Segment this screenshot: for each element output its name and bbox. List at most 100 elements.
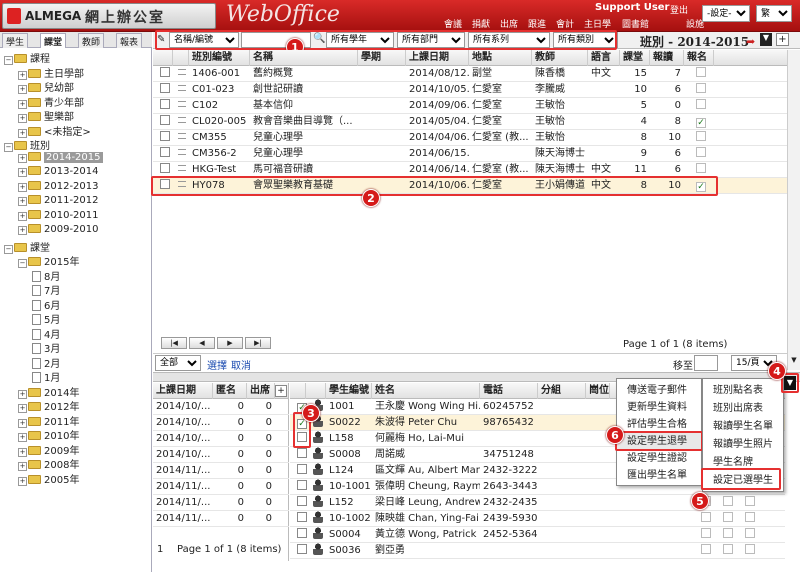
cell-registration[interactable]	[693, 114, 713, 130]
collapse-icon[interactable]: −	[4, 143, 13, 152]
student-select-cell[interactable]	[294, 527, 308, 543]
menu-export-list[interactable]: 匯出學生名單	[617, 467, 701, 484]
student-select-cell[interactable]	[294, 479, 308, 495]
tree-node[interactable]: 7月	[32, 282, 60, 297]
add-icon[interactable]: +	[776, 33, 789, 46]
cell-registration[interactable]	[693, 130, 713, 146]
select-cell[interactable]	[157, 114, 173, 130]
col-attendance[interactable]: 出席	[247, 383, 275, 399]
tab-reports[interactable]: 報表	[116, 33, 143, 48]
student-select-cell[interactable]	[294, 495, 308, 511]
student-select-cell[interactable]	[294, 543, 308, 559]
status-cell[interactable]	[698, 527, 712, 543]
status-checkbox[interactable]	[723, 496, 733, 506]
row-icon-cell[interactable]	[175, 114, 189, 130]
tree-node[interactable]: +2014-2015	[18, 151, 103, 166]
registration-checkbox[interactable]	[696, 83, 706, 93]
student-select-cell[interactable]	[294, 511, 308, 527]
tree-node[interactable]: + 兒幼部	[18, 79, 74, 94]
scroll-down-icon[interactable]: ▼	[789, 356, 799, 366]
expand-icon[interactable]: +	[18, 182, 27, 192]
tree-node[interactable]: − 班別	[4, 137, 50, 152]
tree-node[interactable]: +2013-2014	[18, 166, 99, 180]
expand-icon[interactable]: +	[18, 211, 27, 221]
table-row[interactable]: CM355 兒童心理學 2014/04/06...仁愛室 (教... 王敏怡 8 10	[153, 130, 787, 146]
menu-enrolled-photos[interactable]: 報讀學生照片	[703, 436, 783, 453]
cancel-link[interactable]: 取消	[231, 357, 251, 372]
tree-node[interactable]: +2012年	[18, 398, 79, 413]
collapse-icon[interactable]: −	[4, 56, 13, 65]
top-link-donations[interactable]: 捐獻	[472, 17, 490, 30]
tree-node[interactable]: 1月	[32, 369, 60, 384]
tree-node[interactable]: 3月	[32, 340, 60, 355]
select-cell[interactable]	[157, 66, 173, 82]
tree-node[interactable]: + 青少年部	[18, 94, 84, 109]
col-lesson-date[interactable]: 上課日期	[153, 383, 213, 399]
tree-node[interactable]: +2009年	[18, 442, 79, 457]
col-place[interactable]: 地點	[469, 50, 532, 66]
tree-node[interactable]: − 課堂	[4, 239, 50, 254]
tree-node[interactable]: +2012-2013	[18, 180, 99, 195]
row-icon-cell[interactable]	[175, 66, 189, 82]
select-cell[interactable]	[157, 82, 173, 98]
tree-node[interactable]: − 2015年	[18, 253, 79, 268]
tree-node[interactable]: +2010-2011	[18, 209, 99, 224]
registration-checkbox[interactable]	[696, 67, 706, 77]
row-menu-icon[interactable]	[178, 165, 186, 171]
student-row[interactable]: S0004 黃立德 Wong, Patrick ... 2452-5364	[290, 527, 610, 543]
col-enrolled[interactable]: 報讀	[650, 50, 684, 66]
col-teacher[interactable]: 教師	[532, 50, 588, 66]
student-select-cell[interactable]	[294, 463, 308, 479]
expand-icon[interactable]: +	[18, 476, 27, 486]
status-cell[interactable]	[720, 495, 734, 511]
row-menu-icon[interactable]	[178, 149, 186, 155]
tree-node[interactable]: +2011-2012	[18, 195, 99, 209]
row-menu-icon[interactable]	[178, 69, 186, 75]
tree-node[interactable]: 6月	[32, 297, 60, 312]
student-checkbox[interactable]	[297, 480, 307, 490]
expand-icon[interactable]: +	[18, 197, 27, 206]
lesson-row[interactable]: 2014/11/... 0 0	[153, 495, 289, 511]
settings-select[interactable]: -設定-	[702, 5, 750, 22]
status-checkbox[interactable]	[745, 512, 755, 522]
last-page-button[interactable]: ▶|	[245, 337, 271, 349]
menu-roll-call[interactable]: 班別點名表	[703, 382, 783, 399]
col-language[interactable]: 語言	[588, 50, 620, 66]
col-anonymous[interactable]: 匿名	[213, 383, 247, 399]
tree-node[interactable]: + 聖樂部	[18, 108, 74, 123]
top-link-attendance[interactable]: 出席	[500, 17, 518, 30]
row-icon-cell[interactable]	[175, 130, 189, 146]
lesson-row[interactable]: 2014/10/... 0 0	[153, 399, 289, 415]
col-group[interactable]: 分組	[538, 383, 586, 399]
student-row[interactable]: S0036 劉亞勇	[290, 543, 610, 559]
student-checkbox[interactable]	[297, 528, 307, 538]
select-cell[interactable]	[157, 146, 173, 162]
tree-node[interactable]: 8月	[32, 268, 60, 283]
vertical-scrollbar[interactable]: ▼	[787, 50, 800, 370]
first-page-button[interactable]: |◀	[161, 337, 187, 349]
student-select-cell[interactable]	[294, 447, 308, 463]
tree-node[interactable]: +2005年	[18, 471, 79, 486]
row-icon-cell[interactable]	[175, 146, 189, 162]
col-class-code[interactable]: 班別編號	[189, 50, 250, 66]
status-cell[interactable]	[720, 543, 734, 559]
row-menu-icon[interactable]	[178, 101, 186, 107]
status-checkbox[interactable]	[701, 512, 711, 522]
top-link-meetings[interactable]: 會議	[444, 17, 462, 30]
top-link-library[interactable]: 圖書館	[622, 17, 649, 30]
row-icon-cell[interactable]	[175, 82, 189, 98]
student-checkbox[interactable]	[297, 496, 307, 506]
top-link-sunday-school[interactable]: 主日學	[584, 17, 611, 30]
student-row[interactable]: S0008 周諾威 34751248	[290, 447, 610, 463]
status-cell[interactable]	[742, 495, 756, 511]
expand-icon[interactable]: +	[18, 168, 27, 177]
lesson-row[interactable]: 2014/11/... 0 0	[153, 463, 289, 479]
student-row[interactable]: 10-1001 張偉明 Cheung, Raym... 2643-3443	[290, 479, 610, 495]
status-checkbox[interactable]	[723, 528, 733, 538]
registration-checkbox[interactable]	[696, 99, 706, 109]
col-student-name[interactable]: 姓名	[372, 383, 480, 399]
status-cell[interactable]	[698, 511, 712, 527]
tab-teachers[interactable]: 教師	[78, 33, 105, 48]
menu-set-certify[interactable]: 設定學生證認	[617, 450, 701, 467]
tree-node[interactable]: +2008年	[18, 456, 79, 471]
